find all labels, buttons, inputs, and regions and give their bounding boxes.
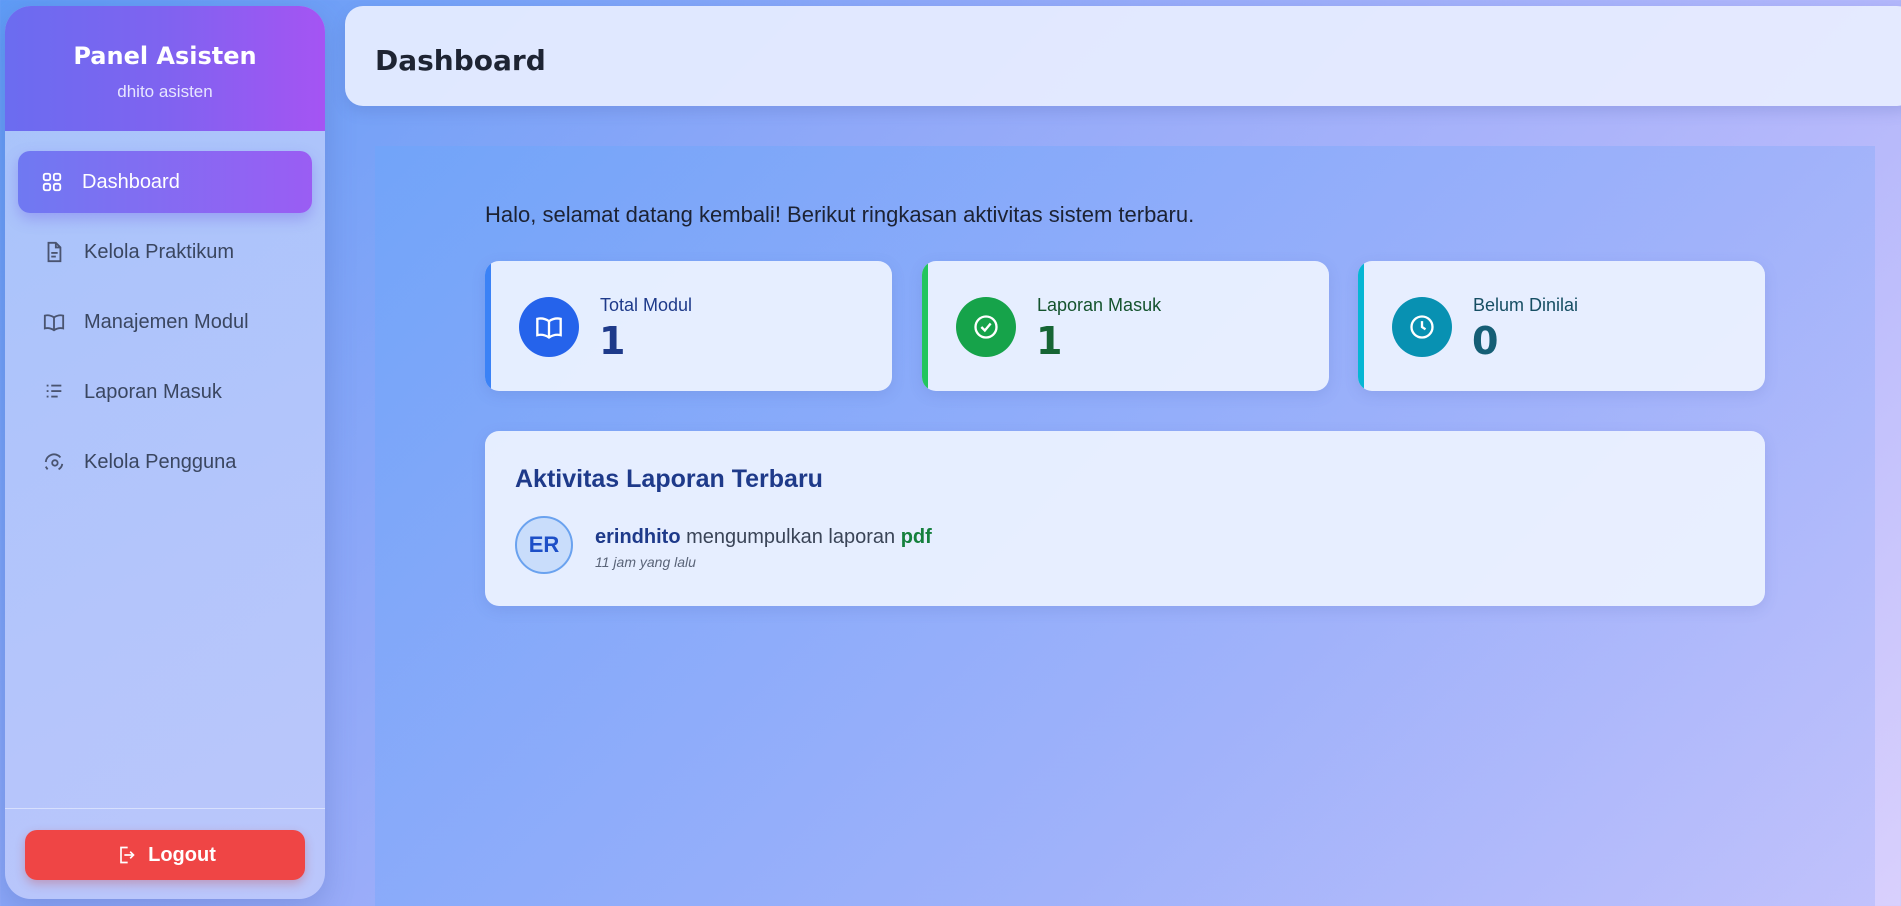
card-accent-bar [485, 261, 491, 391]
logout-button[interactable]: Logout [25, 830, 305, 880]
recent-activity-panel: Aktivitas Laporan Terbaru ER erindhito m… [485, 431, 1765, 606]
stat-card-laporan-masuk: Laporan Masuk 1 [922, 261, 1329, 391]
stat-value: 1 [1036, 319, 1063, 363]
grid-icon [40, 170, 64, 194]
stat-label: Belum Dinilai [1473, 295, 1579, 315]
report-list-icon [42, 380, 66, 404]
card-accent-bar [922, 261, 928, 391]
sidebar-item-manajemen-modul[interactable]: Manajemen Modul [18, 291, 312, 353]
welcome-message: Halo, selamat datang kembali! Berikut ri… [485, 202, 1195, 227]
avatar: ER [515, 516, 573, 574]
stat-value: 1 [599, 319, 626, 363]
sidebar-item-label: Laporan Masuk [84, 380, 222, 403]
stat-card-total-modul: Total Modul 1 [485, 261, 892, 391]
stat-label: Total Modul [600, 295, 693, 315]
activity-text: erindhito mengumpulkan laporan pdf [595, 526, 932, 549]
sidebar-item-dashboard[interactable]: Dashboard [18, 151, 312, 213]
activity-timestamp: 11 jam yang lalu [595, 554, 696, 570]
activity-action: mengumpulkan laporan [686, 526, 896, 548]
sidebar-title: Panel Asisten [73, 42, 257, 70]
sidebar-item-label: Kelola Praktikum [84, 240, 235, 263]
sidebar-item-kelola-praktikum[interactable]: Kelola Praktikum [18, 221, 312, 283]
page-title: Dashboard [375, 44, 546, 77]
sidebar-username: dhito asisten [117, 82, 213, 101]
book-icon [519, 297, 579, 357]
stat-label: Laporan Masuk [1037, 295, 1162, 315]
sidebar-item-laporan-masuk[interactable]: Laporan Masuk [18, 361, 312, 423]
sidebar-item-kelola-pengguna[interactable]: Kelola Pengguna [18, 431, 312, 493]
sidebar-nav: Dashboard Kelola Praktikum Manajemen Mod… [5, 131, 325, 493]
book-icon [42, 310, 66, 334]
sidebar: Panel Asisten dhito asisten Dashboard Ke… [5, 6, 325, 899]
logout-icon [114, 843, 138, 867]
activity-user: erindhito [595, 526, 681, 548]
stat-value: 0 [1472, 319, 1499, 363]
card-accent-bar [1358, 261, 1364, 391]
sidebar-item-label: Kelola Pengguna [84, 450, 237, 473]
sidebar-header: Panel Asisten dhito asisten [5, 6, 325, 131]
sidebar-item-label: Dashboard [82, 170, 180, 193]
activity-title: Aktivitas Laporan Terbaru [515, 465, 823, 493]
sidebar-divider [5, 808, 325, 809]
activity-file: pdf [900, 526, 932, 548]
logout-label: Logout [148, 843, 216, 866]
document-icon [42, 240, 66, 264]
user-cog-icon [42, 450, 66, 474]
clock-icon [1392, 297, 1452, 357]
sidebar-item-label: Manajemen Modul [84, 310, 249, 333]
stat-card-belum-dinilai: Belum Dinilai 0 [1358, 261, 1765, 391]
main-content: Halo, selamat datang kembali! Berikut ri… [375, 146, 1875, 906]
check-circle-icon [956, 297, 1016, 357]
top-header: Dashboard [345, 6, 1901, 106]
